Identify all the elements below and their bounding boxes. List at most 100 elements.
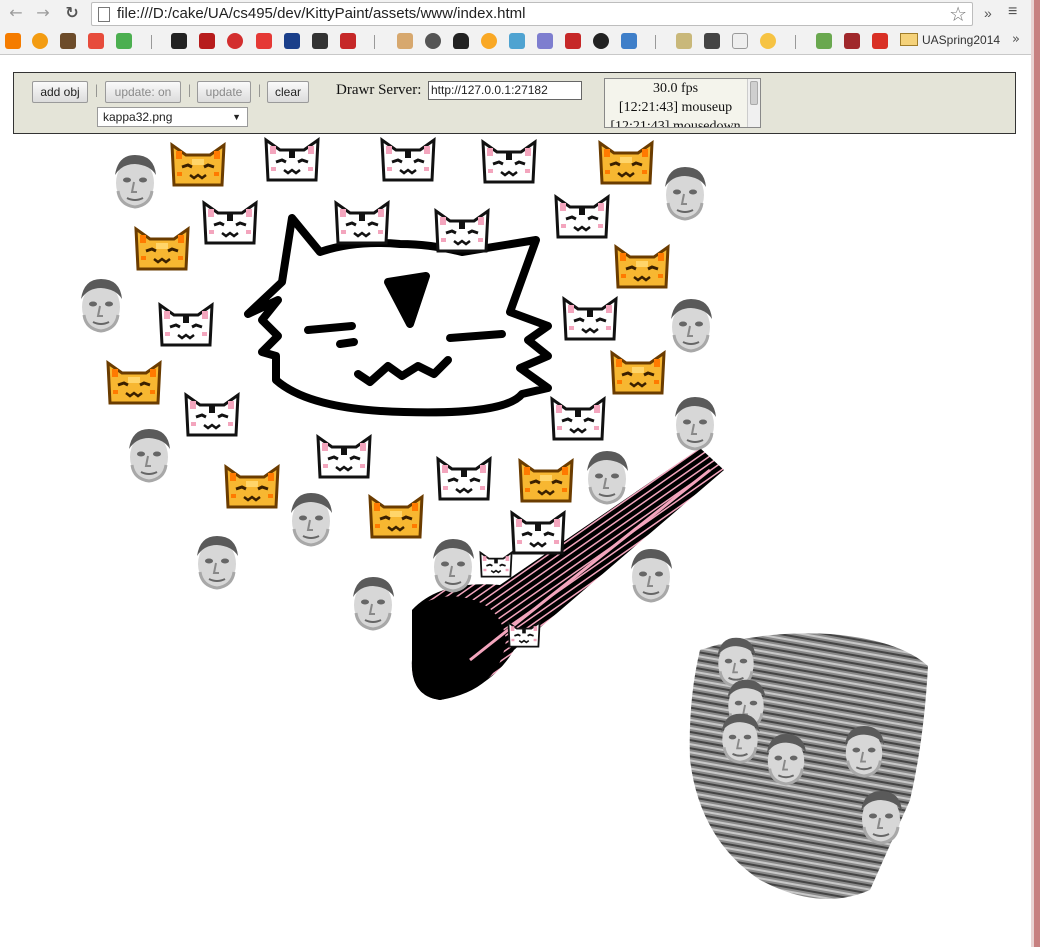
bookmark-separator [151,35,152,49]
update-button[interactable]: update [197,81,251,103]
bookmark-sun-icon[interactable] [481,33,497,49]
bookmark-f-icon[interactable] [621,33,637,49]
kappa-face-sprite [859,789,904,845]
extensions-overflow-button[interactable]: » [984,5,992,21]
white-pixel-cat-sprite [436,457,492,501]
toolbar-separator: | [188,83,191,98]
add-obj-button[interactable]: add obj [32,81,88,103]
bookmark-mega-icon[interactable] [340,33,356,49]
bookmark-separator [374,35,375,49]
update-toggle-button[interactable]: update: on [105,81,181,103]
bookmark-chat-icon[interactable] [116,33,132,49]
white-pixel-cat-sprite [316,435,372,479]
orange-pixel-cat-sprite [134,227,190,271]
kappa-face-sprite [715,636,758,688]
toolbar-separator: | [95,83,98,98]
kappa-face-sprite [673,395,718,451]
drawn-cat-outline [244,214,552,417]
white-pixel-cat-sprite [334,201,390,245]
address-bar[interactable]: file:///D:/cake/UA/cs495/dev/KittyPaint/… [91,2,973,26]
bookmarks-more-button[interactable]: » [1012,32,1020,47]
white-pixel-cat-sprite [202,201,258,245]
page-icon [98,7,110,22]
bookmark-tv-icon[interactable] [704,33,720,49]
bookmark-ly-icon[interactable] [816,33,832,49]
bookmark-gmail-icon[interactable] [872,33,888,49]
canvas-svg [79,138,928,899]
bookmark-cpp-icon[interactable] [565,33,581,49]
kappa-face-sprite [843,724,886,778]
bookmark-soundcloud-icon[interactable] [5,33,21,49]
bookmark-k-icon[interactable] [199,33,215,49]
bookmark-g-icon[interactable] [676,33,692,49]
bookmark-kdenlive-icon[interactable] [171,33,187,49]
bookmark-wikipedia-icon[interactable] [732,33,748,49]
bookmark-separator [655,35,656,49]
server-label: Drawr Server: [336,82,422,98]
event-log[interactable]: 30.0 fps [12:21:43] mouseup [12:21:43] m… [604,78,761,128]
kappa-face-sprite [289,491,334,547]
log-scrollbar-thumb[interactable] [750,81,758,105]
bookmark-news-icon[interactable] [425,33,441,49]
bookmarks-bar: UASpring2014 » [0,28,1031,55]
bookmark-github-icon[interactable] [593,33,609,49]
bookmark-tux-icon[interactable] [453,33,469,49]
kappa-face-sprite [79,277,124,333]
log-line: 30.0 fps [652,81,699,96]
bookmark-pe-icon[interactable] [397,33,413,49]
orange-pixel-cat-sprite [598,141,654,185]
kappa-face-sprite [629,547,674,603]
orange-pixel-cat-sprite [518,459,574,503]
white-pixel-cat-sprite [184,393,240,437]
bookmark-box-icon[interactable] [60,33,76,49]
kappa-face-sprite [195,534,240,590]
bookmark-ball-icon[interactable] [760,33,776,49]
kittypaint-toolbar: add obj | update: on | update | clear ka… [13,72,1016,134]
kappa-face-sprite [431,537,476,593]
server-input[interactable]: http://127.0.0.1:27182 [428,81,582,100]
forward-arrow-icon[interactable]: → [33,3,53,23]
toolbar-separator: | [258,83,261,98]
back-arrow-icon[interactable]: ← [6,3,26,23]
log-line: [12:21:43] mouseup [618,100,733,115]
kappa-face-sprite [669,297,714,353]
kappa-face-sprite [585,449,630,505]
white-pixel-cat-sprite [481,140,537,184]
bookmark-house-icon[interactable] [844,33,860,49]
reload-icon[interactable]: ↻ [62,3,82,23]
bookmark-d-icon[interactable] [256,33,272,49]
browser-toolbar: ← → ↻ file:///D:/cake/UA/cs495/dev/Kitty… [0,0,1031,28]
white-pixel-cat-sprite [434,209,490,253]
orange-pixel-cat-sprite [170,143,226,187]
clear-button[interactable]: clear [267,81,309,103]
url-text[interactable]: file:///D:/cake/UA/cs495/dev/KittyPaint/… [117,5,526,22]
image-select[interactable]: kappa32.png ▼ [97,107,248,127]
bookmark-folder-label[interactable]: UASpring2014 [922,33,1000,47]
kappa-face-sprite [663,165,708,221]
white-pixel-cat-sprite [380,138,436,182]
orange-pixel-cat-sprite [368,495,424,539]
orange-pixel-cat-sprite [610,351,666,395]
bookmark-app-icon[interactable] [88,33,104,49]
kappa-face-sprite [719,712,762,764]
white-pixel-cat-sprite [264,138,320,182]
bookmark-origin-icon[interactable] [32,33,48,49]
orange-pixel-cat-sprite [106,361,162,405]
bookmark-cube-icon[interactable] [312,33,328,49]
bookmark-drop-icon[interactable] [509,33,525,49]
log-line: [12:21:43] mousedown [610,119,741,128]
bookmark-paypal-icon[interactable] [284,33,300,49]
hamburger-menu-icon[interactable]: ≡ [1008,3,1017,21]
drawing-canvas[interactable] [0,135,1031,947]
white-pixel-cat-sprite [158,303,214,347]
bookmark-folder-icon[interactable] [900,33,918,46]
kappa-face-sprite [113,153,158,209]
bookmark-link-icon[interactable] [537,33,553,49]
log-scrollbar[interactable] [747,79,760,127]
orange-pixel-cat-sprite [224,465,280,509]
star-icon[interactable]: ☆ [949,3,967,25]
kappa-face-sprite [127,427,172,483]
image-select-value: kappa32.png [103,110,173,124]
bookmark-bull-icon[interactable] [227,33,243,49]
white-pixel-cat-sprite [550,397,606,441]
